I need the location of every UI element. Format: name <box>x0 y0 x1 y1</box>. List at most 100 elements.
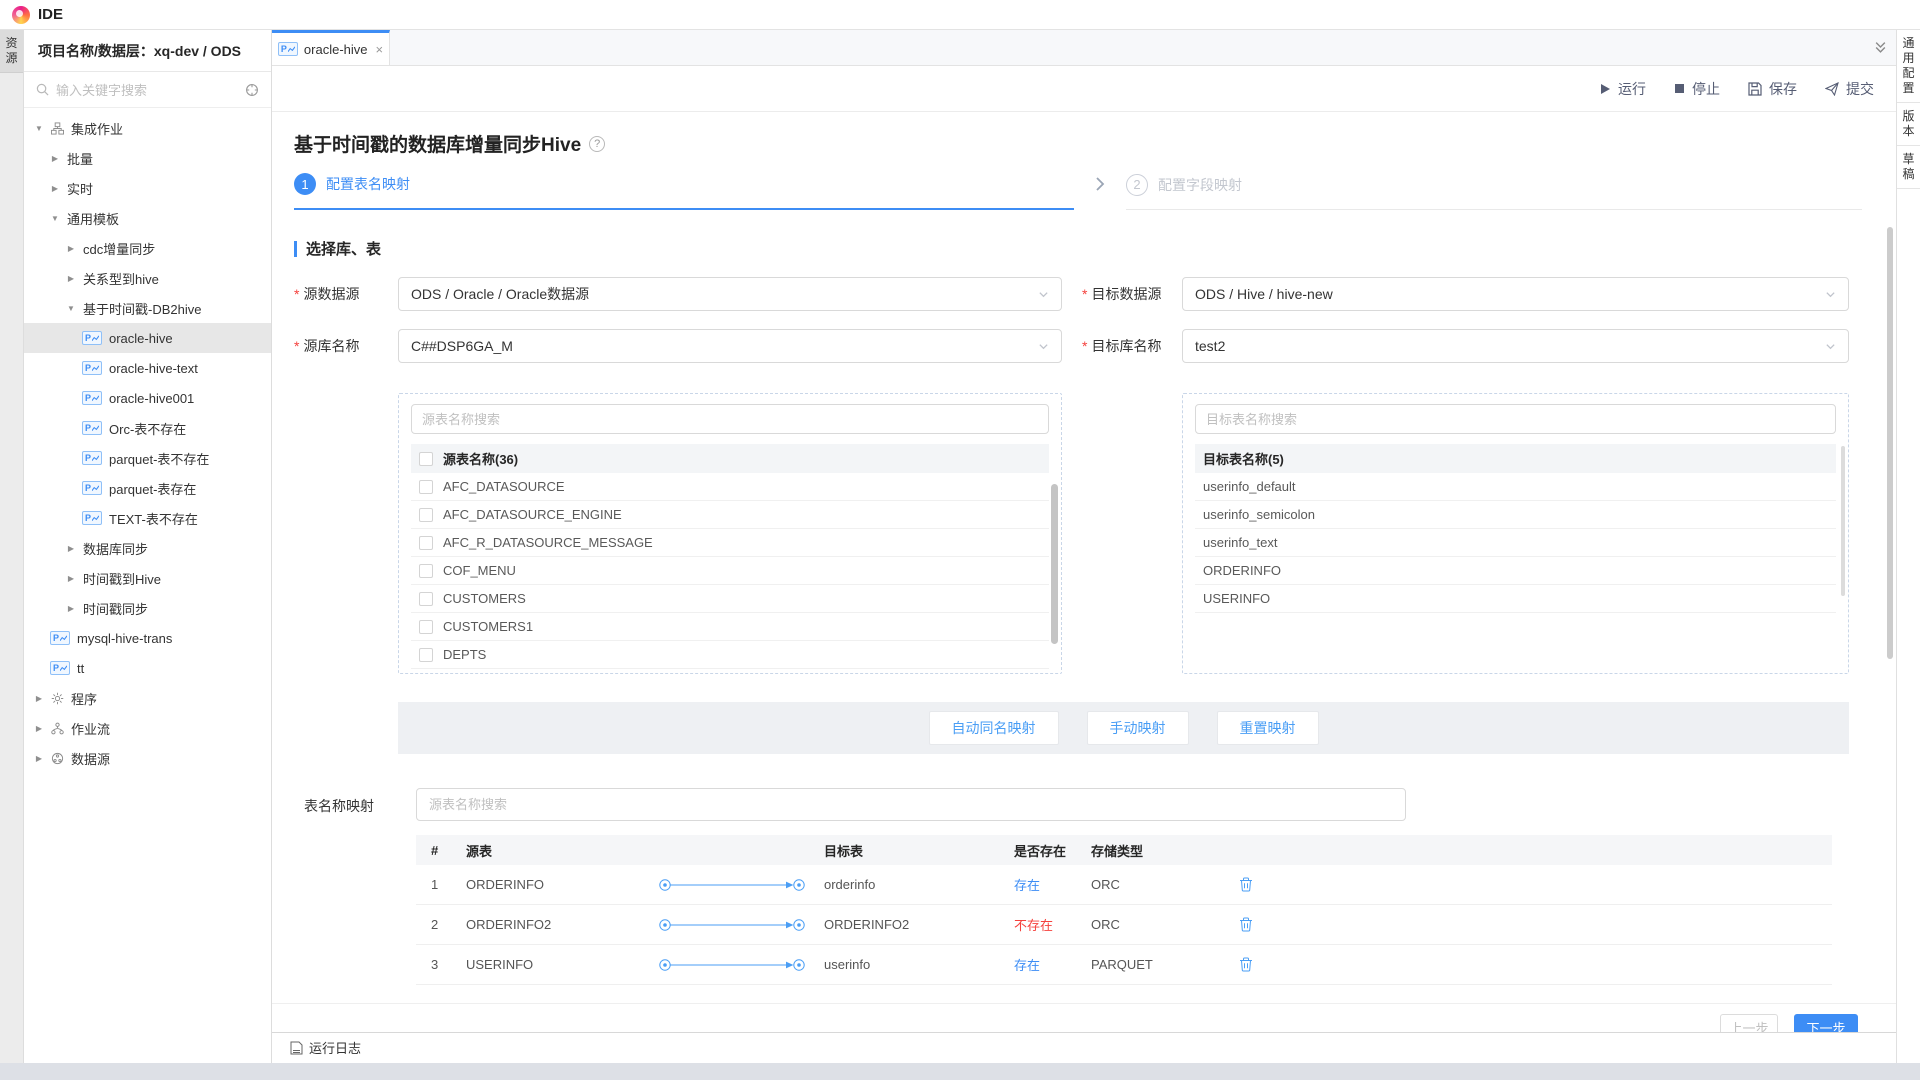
source-table-row[interactable]: COF_MENU <box>411 557 1049 585</box>
right-tab-common-config[interactable]: 通用配置 <box>1897 30 1920 103</box>
arrow-collapsed-icon[interactable]: ▶ <box>34 754 44 763</box>
manual-map-button[interactable]: 手动映射 <box>1087 711 1189 745</box>
target-list-scrollbar[interactable] <box>1841 446 1845 596</box>
content-scrollbar[interactable] <box>1887 227 1893 659</box>
row-checkbox[interactable] <box>419 536 433 550</box>
arrow-expanded-icon[interactable]: ▼ <box>66 304 76 313</box>
arrow-collapsed-icon[interactable]: ▶ <box>66 544 76 553</box>
arrow-expanded-icon[interactable]: ▼ <box>34 124 44 133</box>
source-table-row[interactable]: DEPTS <box>411 641 1049 669</box>
arrow-collapsed-icon[interactable]: ▶ <box>34 694 44 703</box>
tree-item[interactable]: ▼通用模板 <box>24 203 271 233</box>
tree-item[interactable]: ▶时间戳同步 <box>24 593 271 623</box>
run-log-bar[interactable]: 运行日志 <box>272 1032 1896 1062</box>
arrow-collapsed-icon[interactable]: ▶ <box>34 724 44 733</box>
target-table-row[interactable]: userinfo_default <box>1195 473 1836 501</box>
filter-settings-icon[interactable] <box>245 83 259 97</box>
arrow-collapsed-icon[interactable]: ▶ <box>66 574 76 583</box>
arrow-collapsed-icon[interactable]: ▶ <box>66 244 76 253</box>
tree-item[interactable]: Poracle-hive <box>24 323 271 353</box>
tree-item[interactable]: Poracle-hive-text <box>24 353 271 383</box>
source-list-scrollbar[interactable] <box>1051 484 1058 644</box>
row-checkbox[interactable] <box>419 508 433 522</box>
source-table-search-input[interactable] <box>411 404 1049 434</box>
auto-map-button[interactable]: 自动同名映射 <box>929 711 1059 745</box>
stop-button[interactable]: 停止 <box>1674 79 1720 99</box>
reset-map-button[interactable]: 重置映射 <box>1217 711 1319 745</box>
tree-item[interactable]: Poracle-hive001 <box>24 383 271 413</box>
table-name: AFC_DATASOURCE <box>443 479 565 494</box>
submit-button[interactable]: 提交 <box>1825 79 1874 99</box>
source-table-row[interactable]: AFC_DATASOURCE <box>411 473 1049 501</box>
tree-item[interactable]: ▶批量 <box>24 143 271 173</box>
tab-oracle-hive[interactable]: P oracle-hive × <box>272 30 390 65</box>
arrow-collapsed-icon[interactable]: ▶ <box>66 604 76 613</box>
row-checkbox[interactable] <box>419 620 433 634</box>
save-button[interactable]: 保存 <box>1748 79 1797 99</box>
target-table-row[interactable]: userinfo_semicolon <box>1195 501 1836 529</box>
arrow-collapsed-icon[interactable]: ▶ <box>50 184 60 193</box>
step-field-mapping[interactable]: 2 配置字段映射 <box>1126 173 1862 210</box>
tree-item-label: 基于时间戳-DB2hive <box>83 299 201 318</box>
tree-item[interactable]: ▶cdc增量同步 <box>24 233 271 263</box>
source-db-select[interactable]: C##DSP6GA_M <box>398 329 1062 363</box>
target-table-row[interactable]: ORDERINFO <box>1195 557 1836 585</box>
delete-row-icon[interactable] <box>1239 877 1253 892</box>
sidebar-search-placeholder: 输入关键字搜索 <box>56 80 238 99</box>
source-table-row[interactable]: AFC_DATASOURCE_ENGINE <box>411 501 1049 529</box>
tree-item[interactable]: ▼集成作业 <box>24 113 271 143</box>
help-icon[interactable]: ? <box>589 136 605 152</box>
source-datasource-select[interactable]: ODS / Oracle / Oracle数据源 <box>398 277 1062 311</box>
run-button[interactable]: 运行 <box>1599 79 1646 99</box>
main-area: P oracle-hive × 运行 停止 保存 提交 基于时间戳的数据库增量同… <box>272 30 1896 1063</box>
source-table-row[interactable]: AFC_R_DATASOURCE_MESSAGE <box>411 529 1049 557</box>
next-step-button[interactable]: 下一步 <box>1794 1014 1858 1033</box>
source-table-row[interactable]: DEPTS2 <box>411 669 1049 674</box>
right-tab-draft[interactable]: 草稿 <box>1897 146 1920 189</box>
tree-item[interactable]: Pmysql-hive-trans <box>24 623 271 653</box>
tree-item[interactable]: ▶程序 <box>24 683 271 713</box>
tree-item[interactable]: Ptt <box>24 653 271 683</box>
tree-item[interactable]: ▶时间戳到Hive <box>24 563 271 593</box>
tree-item[interactable]: Pparquet-表存在 <box>24 473 271 503</box>
tree-item-label: parquet-表存在 <box>109 479 196 498</box>
mapping-search-input[interactable] <box>416 788 1406 821</box>
sidebar-search[interactable]: 输入关键字搜索 <box>24 72 271 108</box>
select-all-checkbox[interactable] <box>419 452 433 466</box>
target-db-select[interactable]: test2 <box>1182 329 1849 363</box>
arrow-collapsed-icon[interactable]: ▶ <box>50 154 60 163</box>
prev-step-button[interactable]: 上一步 <box>1720 1014 1778 1033</box>
resources-tab[interactable]: 资源 <box>0 30 23 73</box>
row-checkbox[interactable] <box>419 592 433 606</box>
tree-item[interactable]: ▶数据库同步 <box>24 533 271 563</box>
step-chevron-icon <box>1074 173 1126 210</box>
collapse-panel-icon[interactable] <box>1874 41 1887 59</box>
tree-item[interactable]: PTEXT-表不存在 <box>24 503 271 533</box>
tree-item[interactable]: ▶作业流 <box>24 713 271 743</box>
source-table-row[interactable]: CUSTOMERS1 <box>411 613 1049 641</box>
target-table-row[interactable]: USERINFO <box>1195 585 1836 613</box>
row-checkbox[interactable] <box>419 564 433 578</box>
step-table-mapping[interactable]: 1 配置表名映射 <box>294 173 1074 210</box>
tree-item[interactable]: ▶实时 <box>24 173 271 203</box>
tree-item-label: TEXT-表不存在 <box>109 509 198 528</box>
tab-close-icon[interactable]: × <box>376 42 384 57</box>
tree-item[interactable]: Pparquet-表不存在 <box>24 443 271 473</box>
arrow-collapsed-icon[interactable]: ▶ <box>66 274 76 283</box>
target-datasource-select[interactable]: ODS / Hive / hive-new <box>1182 277 1849 311</box>
search-icon <box>36 83 49 96</box>
right-tab-version[interactable]: 版本 <box>1897 103 1920 146</box>
source-table-row[interactable]: CUSTOMERS <box>411 585 1049 613</box>
tree-item[interactable]: POrc-表不存在 <box>24 413 271 443</box>
tree-item[interactable]: ▶数据源 <box>24 743 271 773</box>
arrow-expanded-icon[interactable]: ▼ <box>50 214 60 223</box>
target-table-row[interactable]: userinfo_text <box>1195 529 1836 557</box>
target-table-cell: orderinfo <box>824 877 1014 892</box>
row-checkbox[interactable] <box>419 648 433 662</box>
target-table-search-input[interactable] <box>1195 404 1836 434</box>
delete-row-icon[interactable] <box>1239 957 1253 972</box>
row-checkbox[interactable] <box>419 480 433 494</box>
tree-item[interactable]: ▼ 基于时间戳-DB2hive <box>24 293 271 323</box>
tree-item[interactable]: ▶关系型到hive <box>24 263 271 293</box>
delete-row-icon[interactable] <box>1239 917 1253 932</box>
